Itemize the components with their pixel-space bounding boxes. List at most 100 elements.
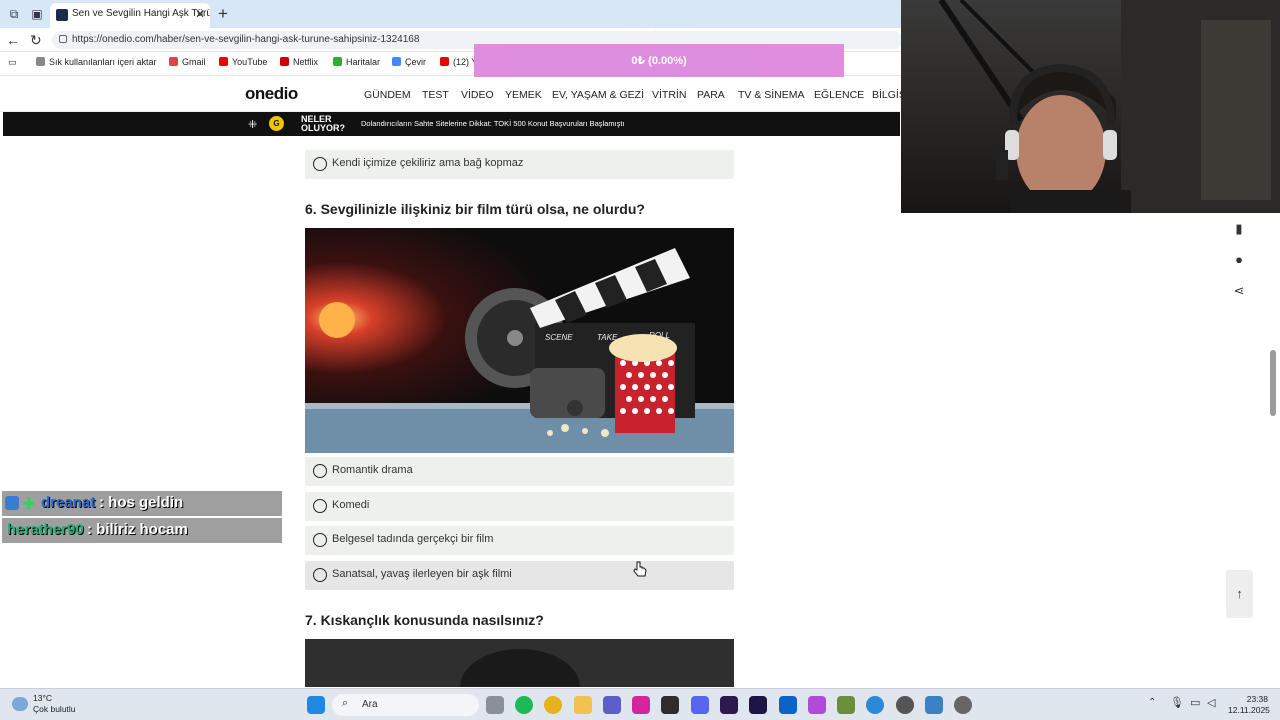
start-icon[interactable]: [307, 696, 325, 714]
bookmarks-menu-icon[interactable]: ▭: [8, 57, 17, 68]
webcam-illustration: [938, 0, 1280, 213]
page-scrollbar[interactable]: [1268, 215, 1278, 685]
reload-icon[interactable]: ↻: [30, 32, 42, 49]
onedio-favicon-icon: [56, 9, 68, 21]
outlook-icon[interactable]: [779, 696, 797, 714]
bookmark-import[interactable]: Sık kullanılanları içeri aktar: [36, 57, 157, 67]
option-label: Sanatsal, yavaş ilerleyen bir aşk filmi: [332, 568, 512, 580]
translate-icon: [392, 57, 401, 66]
menu-para[interactable]: PARA: [697, 89, 725, 101]
settings-icon[interactable]: [954, 696, 972, 714]
bookmark-label: Sık kullanılanları içeri aktar: [49, 57, 157, 67]
radio-icon[interactable]: [313, 157, 327, 171]
menu-yemek[interactable]: YEMEK: [505, 89, 542, 101]
bookmark-maps[interactable]: Haritalar: [333, 57, 380, 67]
chrome-icon[interactable]: [544, 696, 562, 714]
folder-icon: [36, 57, 45, 66]
minecraft-icon[interactable]: [837, 696, 855, 714]
tab-actions-icon[interactable]: ▣: [29, 6, 45, 22]
spotify-icon[interactable]: [515, 696, 533, 714]
network-icon[interactable]: ▭: [1190, 696, 1200, 709]
teams-icon[interactable]: [603, 696, 621, 714]
option-label: Romantik drama: [332, 464, 413, 476]
bookmark-gmail[interactable]: Gmail: [169, 57, 206, 67]
after-effects-icon[interactable]: [720, 696, 738, 714]
copilot-icon[interactable]: [808, 696, 826, 714]
task-view-icon[interactable]: [486, 696, 504, 714]
option-label: Belgesel tadında gerçekçi bir film: [332, 533, 494, 545]
menu-ev-yasam-gezi[interactable]: EV, YAŞAM & GEZİ: [552, 89, 644, 101]
question-6-title: 6. Sevgilinizle ilişkiniz bir film türü …: [305, 201, 645, 217]
menu-test[interactable]: TEST: [422, 89, 449, 101]
news-ticker-bar: ⁜ G NELER OLUYOR? Dolandırıcıların Sahte …: [3, 112, 900, 136]
maps-icon: [333, 57, 342, 66]
share-icon[interactable]: ⋖: [1228, 280, 1250, 302]
weather-widget[interactable]: 13°C Çok bulutlu: [33, 693, 76, 715]
menu-eglence[interactable]: EĞLENCE: [814, 89, 864, 101]
overlay-title: Konyada konser: [622, 29, 696, 40]
chevron-up-icon[interactable]: ⌃: [1148, 697, 1156, 708]
scrollbar-thumb[interactable]: [1270, 350, 1276, 416]
option-komedi[interactable]: Komedi: [305, 492, 734, 521]
menu-video[interactable]: VİDEO: [461, 89, 494, 101]
bookmark-youtube[interactable]: YouTube: [219, 57, 267, 67]
option-sanatsal[interactable]: Sanatsal, yavaş ilerleyen bir aşk filmi: [305, 561, 734, 590]
option-romantik-drama[interactable]: Romantik drama: [305, 457, 734, 486]
bookmark-label: Netflix: [293, 57, 319, 67]
browser-tab-active[interactable]: Sen ve Sevgilin Hangi Aşk Türüne ✕: [50, 3, 210, 28]
chat-message: herather90 : biliriz hocam: [2, 518, 282, 543]
radio-icon[interactable]: [313, 499, 327, 513]
webcam-feed: [901, 0, 1280, 213]
store-icon[interactable]: [661, 696, 679, 714]
hand-cursor-icon: [633, 561, 647, 577]
clock-date: 12.11.2025: [1228, 705, 1270, 715]
bookmark-youtube-2[interactable]: (12) Y: [440, 57, 477, 67]
youtube-icon: [440, 57, 449, 66]
search-placeholder: Ara: [362, 699, 378, 710]
option-belgesel[interactable]: Belgesel tadında gerçekçi bir film: [305, 526, 734, 555]
weather-desc: Çok bulutlu: [33, 704, 76, 714]
news-ticker-text[interactable]: Dolandırıcıların Sahte Sitelerine Dikkat…: [361, 119, 625, 128]
scroll-to-top-button[interactable]: ↑: [1226, 570, 1253, 618]
workspaces-icon[interactable]: ⧉: [6, 6, 22, 22]
radio-icon[interactable]: [313, 568, 327, 582]
grid-icon[interactable]: ⁜: [248, 118, 257, 131]
bookmark-translate[interactable]: Çevir: [392, 57, 426, 67]
windows-taskbar: 13°C Çok bulutlu ⌕ Ara ⌃ 🎙 ▭ ◁ 23:38 12.…: [0, 688, 1280, 720]
weather-temp: 13°C: [33, 693, 52, 703]
question-7-illustration: [305, 639, 734, 687]
taskbar-search[interactable]: ⌕ Ara: [332, 694, 479, 716]
edge-icon[interactable]: [866, 696, 884, 714]
question-6-image: SCENE TAKE ROLL: [305, 228, 734, 453]
back-icon[interactable]: ←: [6, 32, 20, 48]
menu-tv-sinema[interactable]: TV & SİNEMA: [738, 89, 805, 101]
donation-value: 0₺ (0.00%): [631, 55, 687, 67]
netflix-icon: [280, 57, 289, 66]
close-tab-icon[interactable]: ✕: [195, 7, 205, 21]
radio-icon[interactable]: [313, 533, 327, 547]
news-label-line-2: OLUYOR?: [301, 123, 345, 133]
new-tab-icon[interactable]: +: [218, 4, 228, 24]
file-explorer-icon[interactable]: [574, 696, 592, 714]
discord-icon[interactable]: [691, 696, 709, 714]
system-clock[interactable]: 23:38 12.11.2025: [1228, 694, 1270, 716]
clapper-scene-text: SCENE: [545, 333, 573, 342]
menu-vitrin[interactable]: VİTRİN: [652, 89, 686, 101]
comments-icon[interactable]: ●: [1228, 249, 1250, 271]
option-prev-question[interactable]: Kendi içimize çekiliriz ama bağ kopmaz: [305, 150, 734, 179]
vscode-icon[interactable]: [925, 696, 943, 714]
plus-badge-icon: ✚: [22, 496, 36, 513]
bookmark-netflix[interactable]: Netflix: [280, 57, 318, 67]
premiere-icon[interactable]: [749, 696, 767, 714]
clock-time: 23:38: [1246, 694, 1268, 704]
chat-text: : biliriz hocam: [87, 521, 188, 538]
site-logo[interactable]: onedio: [245, 84, 298, 104]
menu-gundem[interactable]: GÜNDEM: [364, 89, 411, 101]
bookmark-icon[interactable]: ▮: [1228, 218, 1250, 240]
obs-icon[interactable]: [896, 696, 914, 714]
news-label: NELER OLUYOR?: [301, 115, 345, 133]
microphone-icon[interactable]: 🎙: [1170, 696, 1184, 709]
radio-icon[interactable]: [313, 464, 327, 478]
volume-icon[interactable]: ◁: [1207, 696, 1215, 709]
instagram-icon[interactable]: [632, 696, 650, 714]
